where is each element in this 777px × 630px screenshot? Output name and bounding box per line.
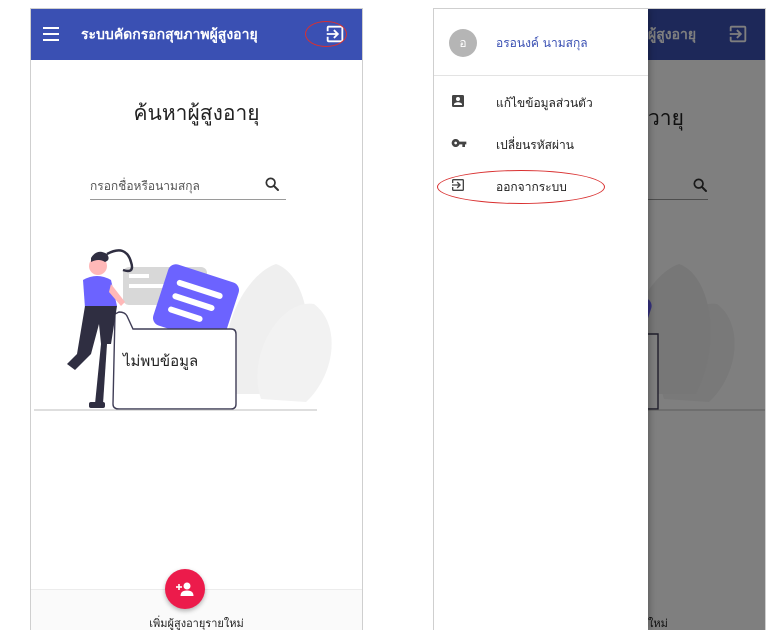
add-person-icon [176,582,194,596]
drawer-item-label: แก้ไขข้อมูลส่วนตัว [496,96,593,110]
avatar: อ [449,29,477,57]
drawer-item-change-password[interactable]: เปลี่ยนรหัสผ่าน [434,129,648,159]
main-screen: ระบบคัดกรอกสุขภาพผู้สูงอายุ ค้นหาผู้สูงอ… [30,8,363,630]
drawer-header: อ อรอนงค์ นามสกุล [434,9,648,76]
search-field[interactable]: กรอกชื่อหรือนามสกุล [90,173,286,200]
highlight-ellipse [437,170,605,204]
highlight-ellipse [305,21,347,47]
search-icon[interactable] [264,176,280,192]
page-title: ค้นหาผู้สูงอายุ [133,101,260,125]
drawer-screen: ผู้สูงอายุ วายุ ใหม่ อ อรอนงค์ นามสกุล [433,8,766,630]
key-icon [451,139,467,147]
user-name[interactable]: อรอนงค์ นามสกุล [496,34,588,53]
add-person-button[interactable] [165,569,205,609]
empty-state-illustration [34,249,332,411]
drawer-item-edit-profile[interactable]: แก้ไขข้อมูลส่วนตัว [434,87,648,117]
empty-state-text: ไม่พบข้อมูล [123,352,199,370]
navigation-drawer: อ อรอนงค์ นามสกุล แก้ไขข้อมูลส่วนตัว เปล… [434,9,648,630]
menu-icon[interactable] [43,24,63,44]
account-box-icon [452,95,464,107]
search-placeholder: กรอกชื่อหรือนามสกุล [90,179,200,193]
app-title: ระบบคัดกรอกสุขภาพผู้สูงอายุ [81,27,258,43]
drawer-item-label: เปลี่ยนรหัสผ่าน [496,138,574,152]
add-person-label: เพิ่มผู้สูงอายุรายใหม่ [149,617,244,630]
